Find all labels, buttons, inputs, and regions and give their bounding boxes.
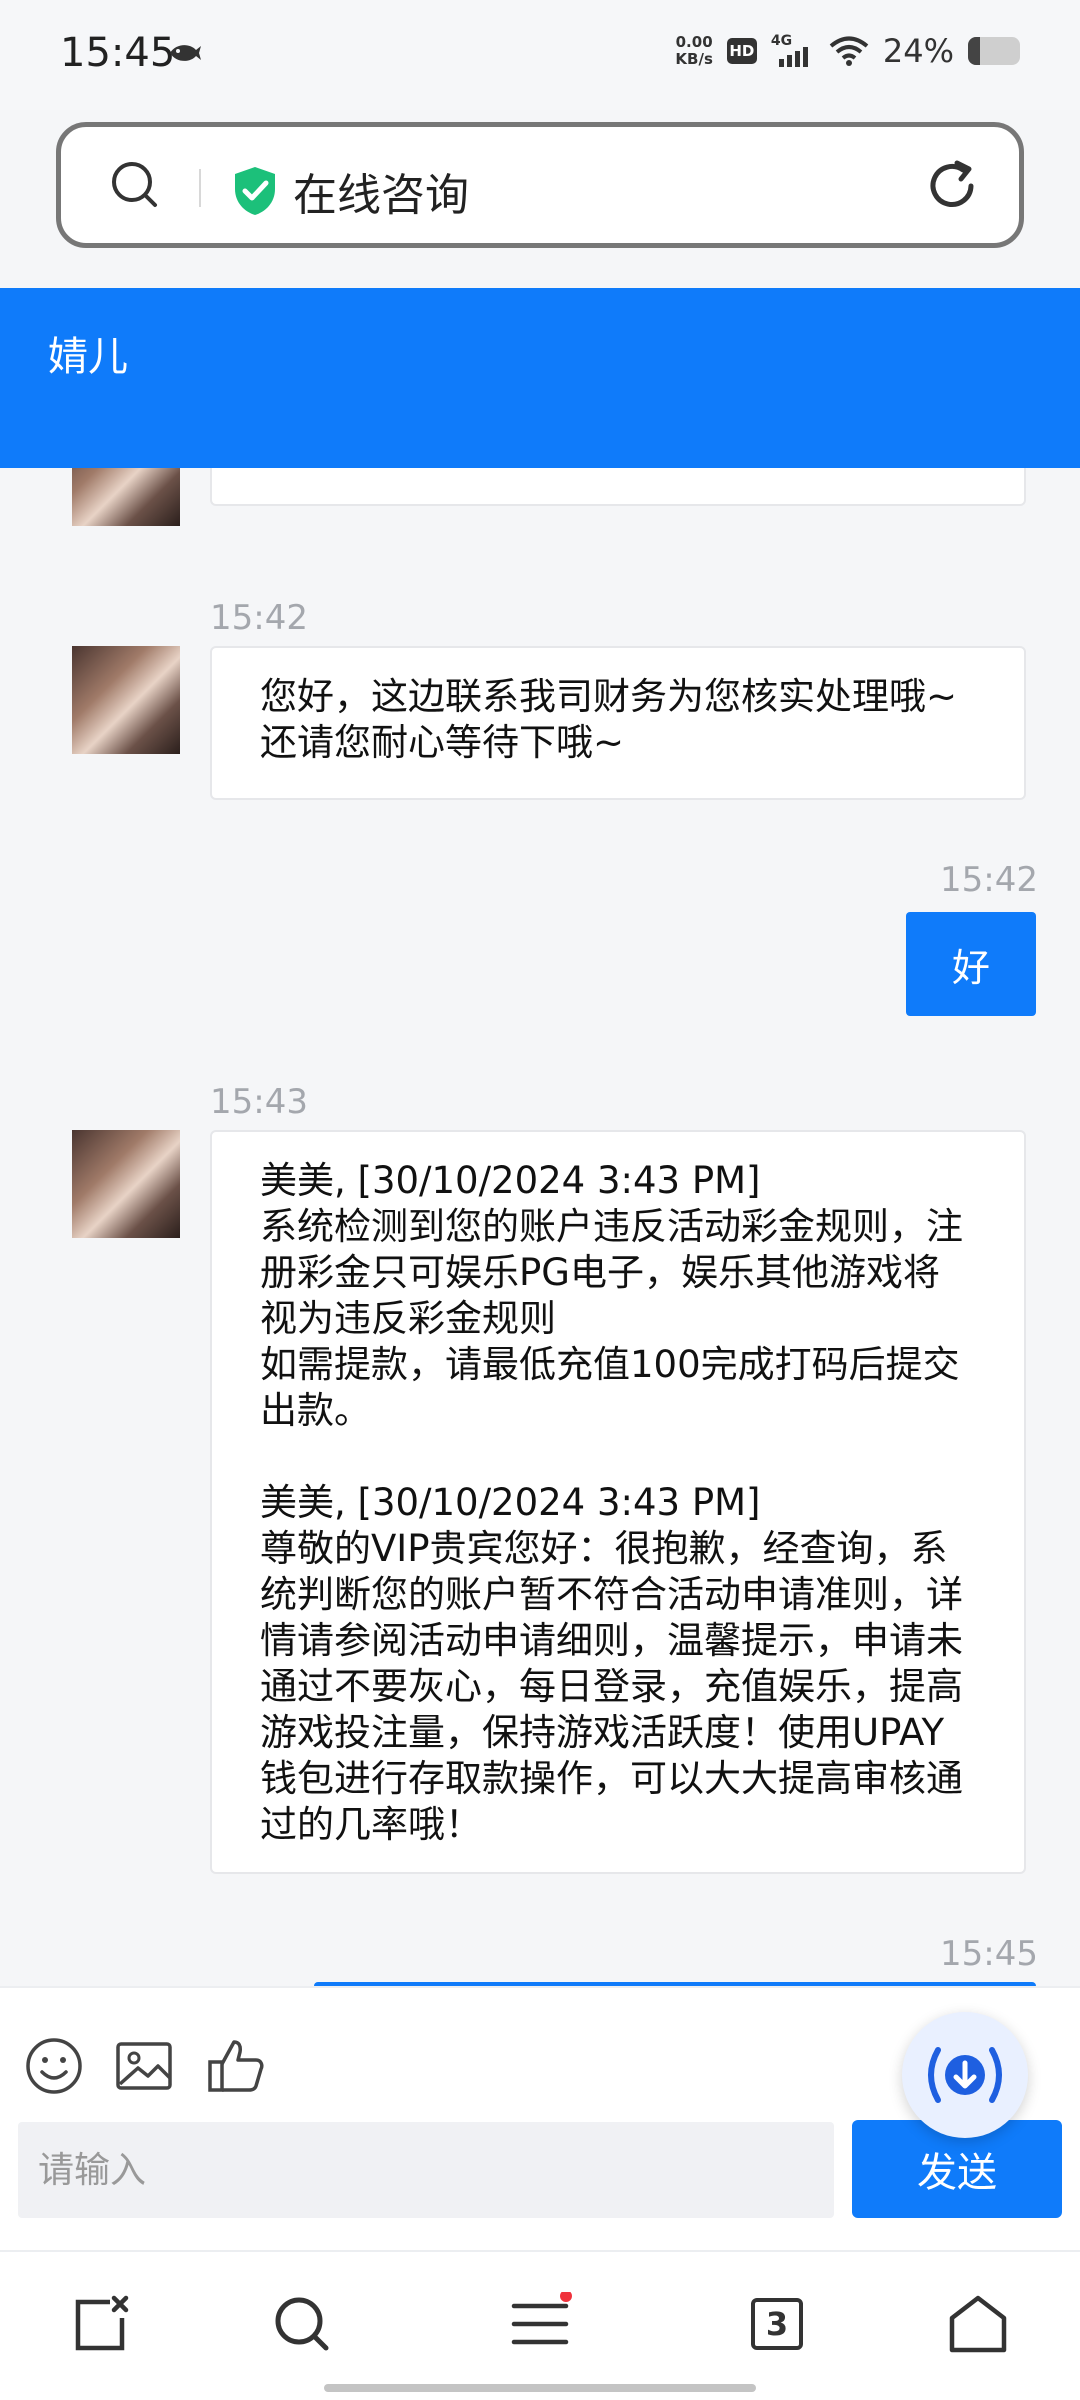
thumbs-up-icon[interactable]	[206, 2036, 266, 2096]
net-speed: 0.00 KB/s	[675, 33, 713, 68]
message-input[interactable]	[18, 2122, 834, 2218]
emoji-icon[interactable]	[24, 2036, 84, 2096]
gesture-handle[interactable]	[324, 2384, 756, 2392]
message-bubble-agent: 美美, [30/10/2024 3:43 PM] 系统检测到您的账户违反活动彩金…	[210, 1130, 1026, 1874]
message-bubble-agent: ~	[210, 468, 1026, 506]
status-bar: 15:45 0.00 KB/s HD 4G 24%	[0, 0, 1080, 110]
search-icon[interactable]	[109, 159, 159, 209]
app-notification-icon	[170, 45, 201, 61]
address-bar[interactable]: 在线咨询	[56, 122, 1024, 248]
chat-header: 婧儿	[0, 288, 1080, 468]
battery-percent: 24%	[882, 32, 954, 70]
agent-avatar	[72, 1130, 180, 1238]
tabs-count-button[interactable]: 3	[745, 2292, 809, 2356]
agent-name: 婧儿	[48, 334, 128, 380]
image-icon[interactable]	[114, 2036, 174, 2096]
message-timestamp: 15:45	[940, 1934, 1038, 1974]
hd-icon: HD	[726, 38, 757, 64]
battery-icon	[968, 37, 1020, 65]
menu-icon[interactable]	[508, 2292, 572, 2356]
tabs-count: 3	[751, 2298, 803, 2350]
agent-avatar	[72, 468, 180, 526]
divider	[199, 169, 201, 207]
chat-messages[interactable]: ~ 15:42 您好，这边联系我司财务为您核实处理哦~还请您耐心等待下哦~ 15…	[0, 468, 1080, 1986]
home-icon[interactable]	[946, 2292, 1010, 2356]
message-timestamp: 15:42	[940, 860, 1038, 900]
status-time: 15:45	[60, 30, 176, 76]
wifi-icon	[829, 36, 869, 66]
message-bubble-agent: 您好，这边联系我司财务为您核实处理哦~还请您耐心等待下哦~	[210, 646, 1026, 800]
search-icon[interactable]	[270, 2292, 334, 2356]
signal-icon: 4G	[771, 33, 815, 67]
browser-nav-bar: 3	[0, 2250, 1080, 2400]
message-bubble-user: 好	[906, 912, 1036, 1016]
close-tab-icon[interactable]	[70, 2292, 134, 2356]
message-timestamp: 15:42	[210, 598, 308, 638]
download-icon	[928, 2047, 1002, 2103]
page-title: 在线咨询	[293, 170, 469, 221]
message-timestamp: 15:43	[210, 1082, 308, 1122]
shield-check-icon	[235, 167, 275, 215]
agent-avatar	[72, 646, 180, 754]
refresh-icon[interactable]	[925, 159, 979, 213]
floating-download-button[interactable]	[902, 2012, 1028, 2138]
